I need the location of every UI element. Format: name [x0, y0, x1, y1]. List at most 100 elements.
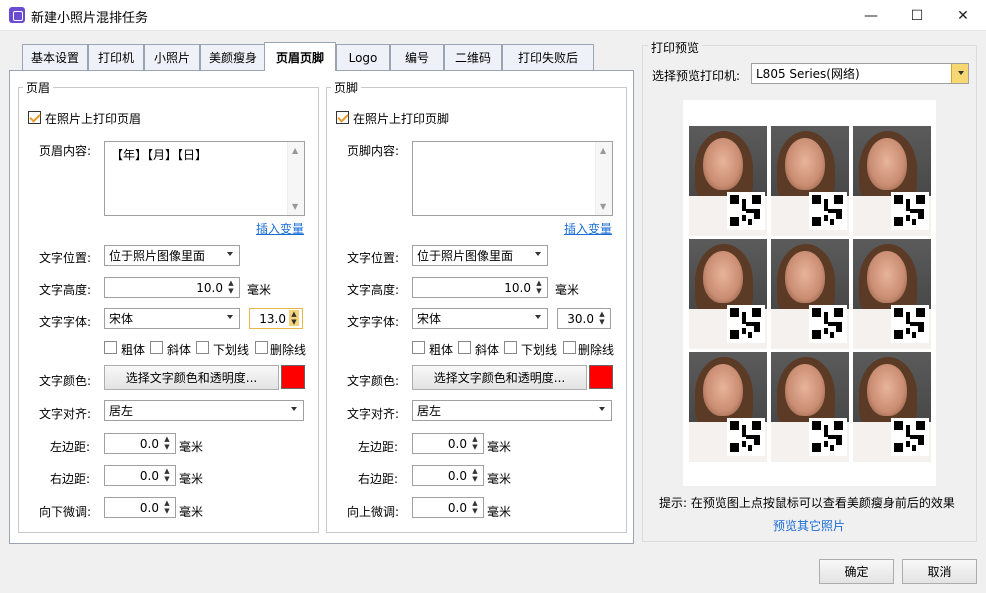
scroll-up-icon[interactable]: ▲	[600, 146, 606, 155]
preview-group-title: 打印预览	[648, 39, 703, 56]
tab-number[interactable]: 编号	[390, 44, 444, 70]
tab-print-fail[interactable]: 打印失败后	[502, 44, 594, 70]
footer-font-size-spinner[interactable]: 30.0 ▲ ▼	[557, 308, 611, 329]
footer-right-spinner[interactable]: 0.0 ▲ ▼	[412, 465, 484, 486]
preview-photo[interactable]	[771, 352, 849, 462]
footer-bold-checkbox[interactable]	[412, 341, 425, 354]
header-right-spinner[interactable]: 0.0 ▲ ▼	[104, 465, 176, 486]
header-font-select[interactable]: 宋体	[104, 308, 240, 329]
footer-adjust-label: 向上微调:	[347, 505, 400, 519]
footer-italic-checkbox[interactable]	[458, 341, 471, 354]
header-underline-label: 下划线	[213, 343, 250, 357]
spin-arrows-icon[interactable]: ▲ ▼	[470, 467, 480, 483]
spin-arrows-icon[interactable]: ▲ ▼	[534, 279, 544, 295]
footer-align-select[interactable]: 居左	[412, 400, 612, 421]
footer-bold-label: 粗体	[429, 343, 454, 357]
header-right-label: 右边距:	[50, 472, 91, 486]
header-color-swatch[interactable]	[281, 365, 305, 389]
scroll-down-icon[interactable]: ▼	[600, 202, 606, 211]
header-group-title: 页眉	[23, 79, 54, 96]
header-strike-checkbox[interactable]	[255, 341, 268, 354]
header-height-label: 文字高度:	[39, 283, 92, 297]
qr-code-icon	[727, 192, 765, 230]
footer-content-textarea[interactable]: ▲ ▼	[412, 141, 613, 216]
app-icon	[9, 7, 25, 23]
header-print-checkbox[interactable]	[28, 111, 41, 124]
header-content-label: 页眉内容:	[39, 144, 92, 158]
footer-adjust-spinner[interactable]: 0.0 ▲ ▼	[412, 497, 484, 518]
preview-printer-select[interactable]: L805 Series(网络)	[751, 63, 969, 84]
footer-content-scrollbar[interactable]: ▲ ▼	[595, 142, 612, 215]
qr-code-icon	[727, 305, 765, 343]
tab-header-footer[interactable]: 页眉页脚	[264, 42, 336, 71]
preview-other-photos-link[interactable]: 预览其它照片	[773, 517, 845, 534]
chevron-down-icon	[958, 71, 964, 75]
tab-qrcode[interactable]: 二维码	[444, 44, 502, 70]
header-content-textarea[interactable]: 【年】【月】【日】 ▲ ▼	[104, 141, 305, 216]
footer-color-swatch[interactable]	[589, 365, 613, 389]
preview-photo[interactable]	[689, 239, 767, 349]
dropdown-button[interactable]	[951, 64, 968, 83]
spin-arrows-icon[interactable]: ▲ ▼	[597, 310, 607, 326]
tab-beauty[interactable]: 美颜瘦身	[200, 44, 266, 70]
header-left-label: 左边距:	[50, 440, 91, 454]
footer-underline-checkbox[interactable]	[504, 341, 517, 354]
portrait-face	[703, 251, 743, 303]
preview-photo[interactable]	[689, 126, 767, 236]
footer-left-spinner[interactable]: 0.0 ▲ ▼	[412, 433, 484, 454]
preview-photo[interactable]	[771, 239, 849, 349]
minimize-button[interactable]: —	[848, 0, 894, 31]
maximize-button[interactable]: ☐	[894, 0, 940, 31]
footer-right-unit: 毫米	[487, 472, 512, 486]
preview-photo[interactable]	[853, 126, 931, 236]
preview-photo[interactable]	[853, 352, 931, 462]
footer-print-checkbox[interactable]	[336, 111, 349, 124]
ok-button[interactable]: 确定	[819, 559, 894, 584]
footer-font-select[interactable]: 宋体	[412, 308, 548, 329]
preview-hint: 提示: 在预览图上点按鼠标可以查看美颜瘦身前后的效果	[659, 496, 955, 510]
header-font-size-spinner[interactable]: 13.0 ▲ ▼	[249, 308, 303, 329]
header-italic-checkbox[interactable]	[150, 341, 163, 354]
header-underline-checkbox[interactable]	[196, 341, 209, 354]
footer-strike-checkbox[interactable]	[563, 341, 576, 354]
portrait-face	[867, 364, 907, 416]
header-content-text: 【年】【月】【日】	[111, 148, 208, 162]
preview-photo[interactable]	[853, 239, 931, 349]
spin-arrows-icon[interactable]: ▲ ▼	[226, 279, 236, 295]
spin-arrows-icon[interactable]: ▲ ▼	[470, 499, 480, 515]
header-pos-select[interactable]: 位于照片图像里面	[104, 245, 240, 266]
spin-arrows-icon[interactable]: ▲ ▼	[162, 499, 172, 515]
scroll-down-icon[interactable]: ▼	[292, 202, 298, 211]
preview-printer-label: 选择预览打印机:	[652, 69, 741, 83]
header-insert-variable-link[interactable]: 插入变量	[256, 220, 304, 237]
footer-height-label: 文字高度:	[347, 283, 400, 297]
footer-color-button[interactable]: 选择文字颜色和透明度...	[412, 365, 587, 390]
footer-insert-variable-link[interactable]: 插入变量	[564, 220, 612, 237]
scroll-up-icon[interactable]: ▲	[292, 146, 298, 155]
footer-pos-label: 文字位置:	[347, 251, 400, 265]
tab-small-photo[interactable]: 小照片	[144, 44, 200, 70]
header-left-spinner[interactable]: 0.0 ▲ ▼	[104, 433, 176, 454]
footer-pos-select[interactable]: 位于照片图像里面	[412, 245, 548, 266]
header-font-label: 文字字体:	[39, 315, 92, 329]
header-content-scrollbar[interactable]: ▲ ▼	[287, 142, 304, 215]
close-button[interactable]: ✕	[940, 0, 986, 31]
spin-arrows-icon[interactable]: ▲ ▼	[162, 435, 172, 451]
preview-photo[interactable]	[771, 126, 849, 236]
spin-arrows-icon[interactable]: ▲ ▼	[470, 435, 480, 451]
header-height-spinner[interactable]: 10.0 ▲ ▼	[104, 277, 240, 298]
tab-basic[interactable]: 基本设置	[22, 44, 88, 70]
header-bold-checkbox[interactable]	[104, 341, 117, 354]
cancel-button[interactable]: 取消	[902, 559, 977, 584]
footer-group-title: 页脚	[331, 79, 362, 96]
preview-photo[interactable]	[689, 352, 767, 462]
header-align-select[interactable]: 居左	[104, 400, 304, 421]
header-color-button[interactable]: 选择文字颜色和透明度...	[104, 365, 279, 390]
header-adjust-label: 向下微调:	[39, 505, 92, 519]
spin-arrows-icon[interactable]: ▲ ▼	[162, 467, 172, 483]
footer-height-spinner[interactable]: 10.0 ▲ ▼	[412, 277, 548, 298]
spin-arrows-icon[interactable]: ▲ ▼	[289, 310, 299, 326]
header-adjust-spinner[interactable]: 0.0 ▲ ▼	[104, 497, 176, 518]
tab-printer[interactable]: 打印机	[88, 44, 144, 70]
tab-logo[interactable]: Logo	[336, 44, 390, 70]
